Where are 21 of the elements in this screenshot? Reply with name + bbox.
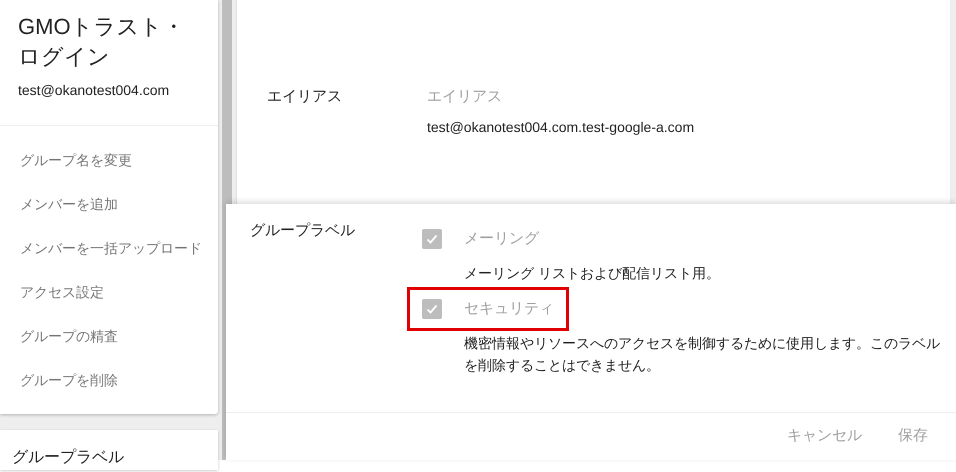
group-email: test@okanotest004.com [18,81,170,100]
checkbox-label: セキュリティ [464,298,554,319]
menu-item[interactable]: メンバーを一括アップロード [0,226,218,270]
section-title: グループラベル [12,448,125,468]
label-description: メーリング リストおよび配信リスト用。 [464,264,721,283]
alias-label: エイリアス [267,87,343,107]
checkbox-label: メーリング [464,228,539,249]
alias-value: test@okanotest004.com.test-google-a.com [427,118,694,137]
dialog-button[interactable]: 保存 [898,425,928,448]
checkmark-icon [425,302,439,316]
dialog-title: グループラベル [250,221,356,241]
menu-item[interactable]: メンバーを追加 [0,182,218,226]
alias-field-label: エイリアス [427,87,503,107]
menu-item[interactable]: グループを削除 [0,358,218,402]
group-title: GMOトラスト・ログイン [18,13,186,71]
label-description: 機密情報やリソースへのアクセスを制御するために使用します。このラベルを削除することはできません。 [464,334,941,375]
menu-item[interactable]: グループ名を変更 [0,138,218,182]
menu-item[interactable]: グループの精査 [0,314,218,358]
checkmark-icon [425,232,439,246]
menu-item[interactable]: アクセス設定 [0,270,218,314]
dialog-button[interactable]: キャンセル [787,425,862,448]
